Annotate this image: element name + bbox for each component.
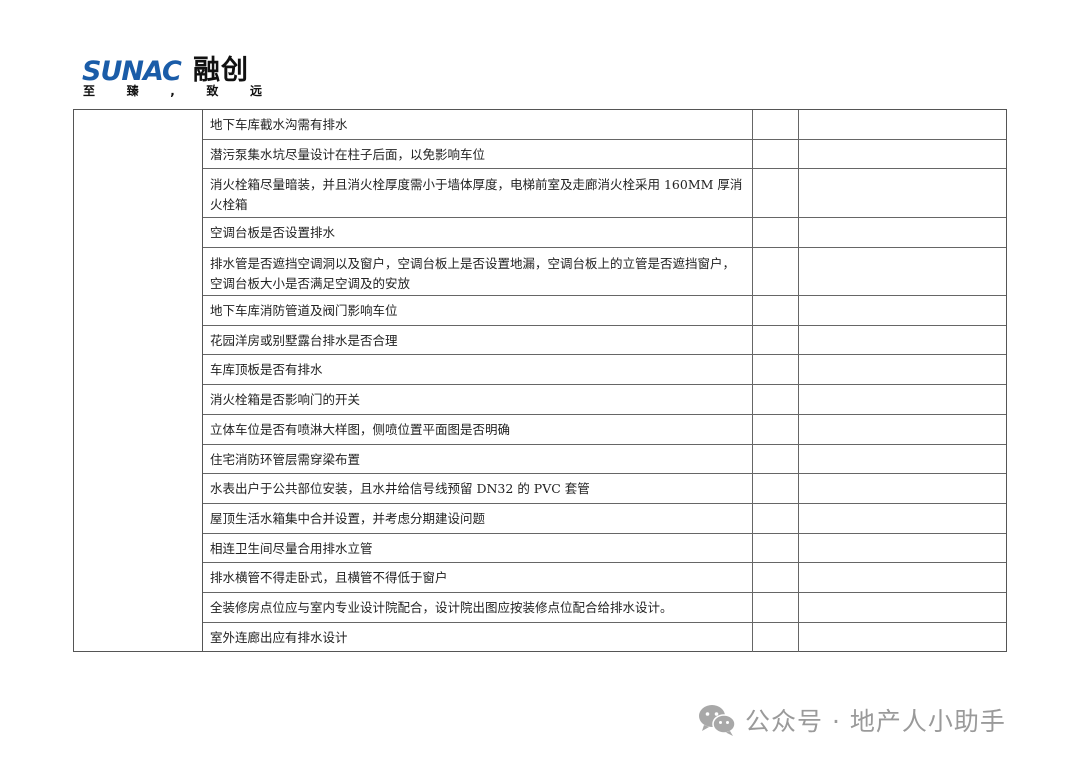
table-row: 相连卫生间尽量合用排水立管: [203, 533, 1006, 564]
remark-cell: [799, 474, 1006, 503]
check-cell: [753, 355, 799, 385]
check-cell: [753, 622, 799, 653]
remark-cell: [799, 593, 1006, 622]
check-cell: [753, 414, 799, 444]
table-row: 住宅消防环管层需穿梁布置: [203, 444, 1006, 475]
remark-cell: [799, 169, 1006, 217]
remark-cell: [799, 140, 1006, 169]
check-cell: [753, 474, 799, 503]
item-text: 水表出户于公共部位安装，且水井给信号线预留 DN32 的 PVC 套管: [203, 474, 753, 503]
remark-cell: [799, 385, 1006, 414]
item-text: 屋顶生活水箱集中合并设置，并考虑分期建设问题: [203, 503, 753, 533]
table-row: 全装修房点位应与室内专业设计院配合，设计院出图应按装修点位配合给排水设计。: [203, 592, 1006, 623]
item-text: 车库顶板是否有排水: [203, 355, 753, 385]
wechat-watermark: 公众号 · 地产人小助手: [697, 700, 1006, 740]
check-cell: [753, 533, 799, 563]
remark-cell: [799, 326, 1006, 355]
item-text: 地下车库截水沟需有排水: [203, 110, 753, 139]
remark-cell: [799, 445, 1006, 474]
sunac-logo: SUNAC 融创 至 臻 , 致 远: [82, 55, 272, 100]
remark-cell: [799, 563, 1006, 592]
check-cell: [753, 563, 799, 592]
table-row: 消火栓箱尽量暗装，并且消火栓厚度需小于墙体厚度，电梯前室及走廊消火栓采用 160…: [203, 169, 1006, 218]
remark-cell: [799, 296, 1006, 325]
remark-cell: [799, 415, 1006, 444]
item-text: 排水管是否遮挡空调洞以及窗户，空调台板上是否设置地漏，空调台板上的立管是否遮挡窗…: [203, 247, 753, 296]
table-row: 地下车库消防管道及阀门影响车位: [203, 296, 1006, 326]
table-row: 立体车位是否有喷淋大样图，侧喷位置平面图是否明确: [203, 414, 1006, 445]
table-row: 水表出户于公共部位安装，且水井给信号线预留 DN32 的 PVC 套管: [203, 474, 1006, 504]
check-cell: [753, 169, 799, 217]
logo-slogan-char: 远: [249, 84, 263, 98]
check-cell: [753, 217, 799, 247]
check-cell: [753, 444, 799, 474]
table-row: 空调台板是否设置排水: [203, 217, 1006, 248]
item-text: 地下车库消防管道及阀门影响车位: [203, 296, 753, 325]
remark-cell: [799, 504, 1006, 533]
logo-slogan: 至 臻 , 致 远: [83, 84, 263, 98]
item-text: 消火栓箱是否影响门的开关: [203, 385, 753, 414]
item-text: 全装修房点位应与室内专业设计院配合，设计院出图应按装修点位配合给排水设计。: [203, 592, 753, 622]
wechat-icon: [699, 705, 736, 736]
check-cell: [753, 247, 799, 296]
table-row: 消火栓箱是否影响门的开关: [203, 385, 1006, 415]
table-row: 排水管是否遮挡空调洞以及窗户，空调台板上是否设置地漏，空调台板上的立管是否遮挡窗…: [203, 247, 1006, 297]
table-row: 室外连廊出应有排水设计: [203, 622, 1006, 653]
item-text: 住宅消防环管层需穿梁布置: [203, 444, 753, 474]
checklist-table: 地下车库截水沟需有排水 潜污泵集水坑尽量设计在柱子后面，以免影响车位 消火栓箱尽…: [73, 109, 1007, 653]
table-row: 排水横管不得走卧式，且横管不得低于窗户: [203, 563, 1006, 593]
logo-slogan-char: 致: [206, 84, 220, 98]
logo-slogan-char: 臻: [126, 84, 140, 98]
remark-cell: [799, 218, 1006, 247]
table-rows: 地下车库截水沟需有排水 潜污泵集水坑尽量设计在柱子后面，以免影响车位 消火栓箱尽…: [203, 110, 1006, 653]
item-text: 花园洋房或别墅露台排水是否合理: [203, 325, 753, 355]
check-cell: [753, 385, 799, 414]
table-row: 车库顶板是否有排水: [203, 355, 1006, 386]
watermark-text: 公众号 · 地产人小助手: [745, 707, 1006, 736]
check-cell: [753, 296, 799, 325]
logo-slogan-char: 至: [83, 84, 97, 98]
item-text: 排水横管不得走卧式，且横管不得低于窗户: [203, 563, 753, 592]
logo-brand-cn: 融创: [193, 55, 249, 86]
check-cell: [753, 139, 799, 169]
remark-cell: [799, 110, 1006, 139]
item-text: 潜污泵集水坑尽量设计在柱子后面，以免影响车位: [203, 139, 753, 169]
item-text: 消火栓箱尽量暗装，并且消火栓厚度需小于墙体厚度，电梯前室及走廊消火栓采用 160…: [203, 169, 753, 217]
logo-brand-en: SUNAC: [82, 56, 182, 87]
check-cell: [753, 325, 799, 355]
remark-cell: [799, 355, 1006, 384]
remark-cell: [799, 248, 1006, 296]
check-cell: [753, 592, 799, 622]
item-text: 相连卫生间尽量合用排水立管: [203, 533, 753, 563]
item-text: 空调台板是否设置排水: [203, 217, 753, 247]
table-row: 花园洋房或别墅露台排水是否合理: [203, 325, 1006, 356]
check-cell: [753, 503, 799, 533]
remark-cell: [799, 534, 1006, 563]
remark-cell: [799, 623, 1006, 653]
item-text: 室外连廊出应有排水设计: [203, 622, 753, 653]
category-column: [74, 110, 203, 651]
table-row: 地下车库截水沟需有排水: [203, 110, 1006, 140]
item-text: 立体车位是否有喷淋大样图，侧喷位置平面图是否明确: [203, 414, 753, 444]
logo-slogan-char: ,: [170, 84, 176, 98]
check-cell: [753, 110, 799, 139]
table-row: 潜污泵集水坑尽量设计在柱子后面，以免影响车位: [203, 139, 1006, 170]
table-row: 屋顶生活水箱集中合并设置，并考虑分期建设问题: [203, 503, 1006, 534]
